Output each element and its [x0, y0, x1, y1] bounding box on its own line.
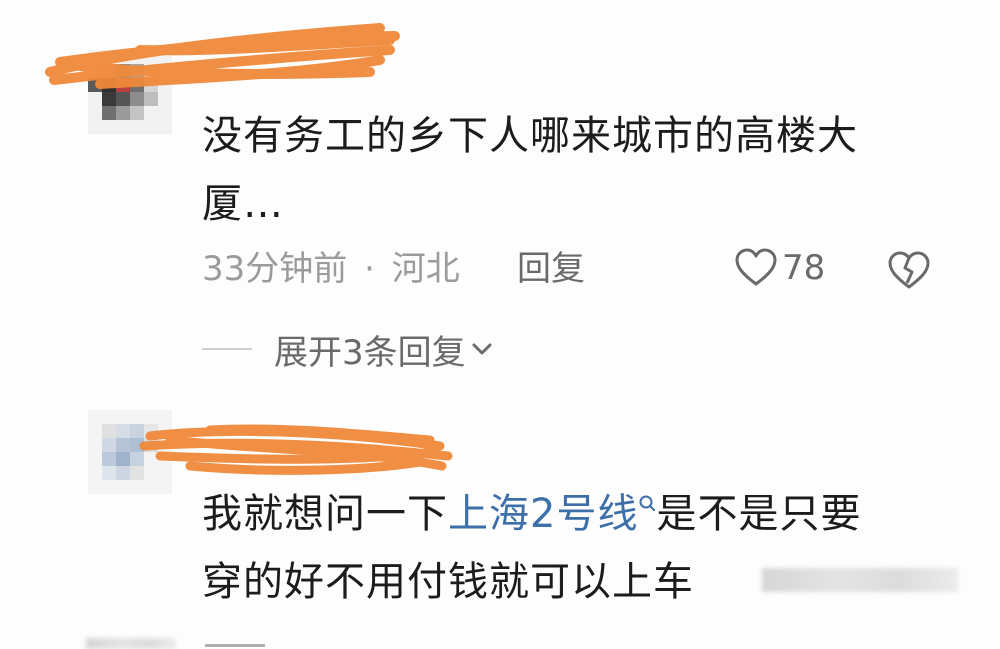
reply-button[interactable]: 回复 [517, 247, 585, 291]
expand-replies-row[interactable]: 展开3条回复 [202, 326, 494, 373]
chevron-down-icon [472, 343, 492, 355]
redaction-scribble [45, 23, 400, 89]
comment-meta: 33分钟前 · 河北 [202, 247, 460, 291]
blurred-region [762, 568, 958, 592]
comment-text-suffix: 是不是只要 [656, 491, 862, 537]
partial-next-comment [205, 638, 275, 649]
divider-line [202, 348, 252, 350]
comment-location: 河北 [391, 249, 460, 289]
meta-separator: · [364, 249, 375, 289]
search-icon[interactable] [638, 494, 656, 524]
comment-text-line-1: 我就想问一下上海2号线 是不是只要 [202, 480, 861, 548]
like-button[interactable]: 78 [734, 246, 825, 290]
like-count: 78 [782, 248, 826, 288]
redaction-scribble [139, 424, 453, 475]
expand-replies-label: 展开3条回复 [274, 332, 466, 373]
comment-text-line-1: 没有务工的乡下人哪来城市的高楼大 [202, 113, 858, 159]
search-link[interactable]: 上海2号线 [448, 491, 638, 537]
comment-text-line-2: 厦… [202, 181, 284, 227]
blurred-region [86, 638, 176, 649]
comment-text-prefix: 我就想问一下 [202, 491, 448, 537]
heart-outline-icon [735, 248, 777, 286]
comment-text: 我就想问一下上海2号线 是不是只要 穿的好不用付钱就可以上车 [202, 480, 861, 616]
broken-heart-icon[interactable] [886, 250, 932, 290]
comment-text: 没有务工的乡下人哪来城市的高楼大 厦… [202, 102, 858, 238]
comment-time: 33分钟前 [202, 249, 348, 289]
